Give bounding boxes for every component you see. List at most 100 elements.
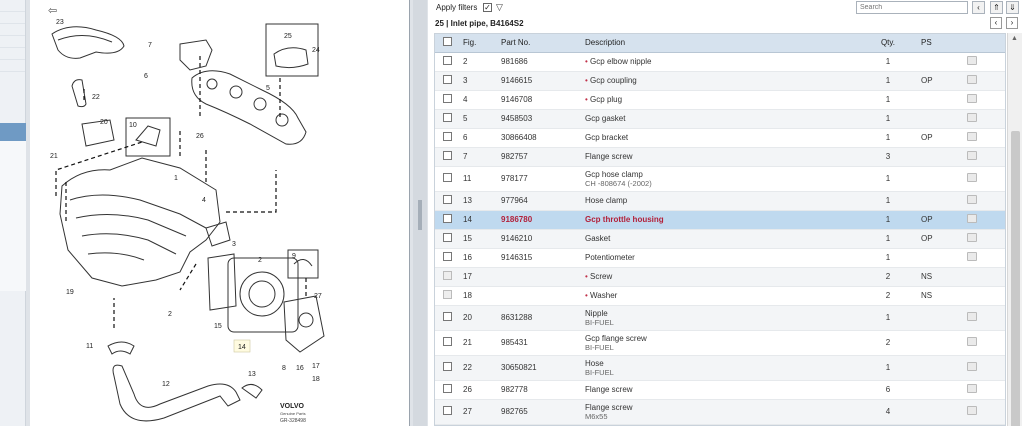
table-row[interactable]: 13 977964 Hose clamp 1 [435, 191, 1005, 211]
sidebar-row[interactable] [0, 0, 25, 12]
chevron-left-icon[interactable]: ‹ [990, 17, 1002, 29]
row-checkbox[interactable] [443, 271, 452, 280]
add-to-cart-icon[interactable] [967, 195, 977, 204]
add-to-cart-icon[interactable] [967, 56, 977, 65]
table-row[interactable]: 5 9458503 Gcp gasket 1 [435, 109, 1005, 129]
row-checkbox[interactable] [443, 337, 452, 346]
add-to-cart-icon[interactable] [967, 384, 977, 393]
row-part-number[interactable]: 9146708 [501, 90, 585, 110]
add-to-cart-icon[interactable] [967, 75, 977, 84]
row-checkbox[interactable] [443, 214, 452, 223]
row-checkbox[interactable] [443, 132, 452, 141]
row-part-number[interactable]: 9146210 [501, 229, 585, 249]
select-all-checkbox[interactable] [443, 37, 452, 47]
apply-filters-checkbox[interactable]: ✓ [483, 3, 492, 12]
row-checkbox[interactable] [443, 173, 452, 182]
row-checkbox[interactable] [443, 384, 452, 393]
row-part-number[interactable]: 981686 [501, 52, 585, 72]
table-row[interactable]: 7 982757 Flange screw 3 [435, 147, 1005, 167]
add-to-cart-icon[interactable] [967, 113, 977, 122]
table-row[interactable]: 18 • Washer 2 NS [435, 286, 1005, 306]
row-part-number[interactable] [501, 267, 585, 287]
table-row[interactable]: 27 982765 Flange screw M6x55 4 [435, 399, 1005, 425]
sidebar-row[interactable] [0, 36, 25, 48]
row-part-number[interactable]: 8631288 [501, 305, 585, 331]
panel-splitter[interactable] [413, 0, 427, 426]
add-to-cart-icon[interactable] [967, 151, 977, 160]
row-part-number[interactable]: 982757 [501, 147, 585, 167]
row-part-number[interactable]: 30866408 [501, 128, 585, 148]
add-to-cart-icon[interactable] [967, 337, 977, 346]
row-checkbox[interactable] [443, 233, 452, 242]
row-part-number[interactable]: 9146315 [501, 248, 585, 268]
add-to-cart-icon[interactable] [967, 94, 977, 103]
row-part-number[interactable]: 982778 [501, 380, 585, 400]
column-header-ps[interactable]: PS [921, 34, 967, 53]
scroll-top-icon[interactable]: ⇑ [990, 1, 1003, 14]
table-row[interactable]: 11 978177 Gcp hose clamp CH -808674 (-2002… [435, 166, 1005, 192]
add-to-cart-icon[interactable] [967, 252, 977, 261]
sidebar-row[interactable] [0, 60, 25, 72]
column-header-qty[interactable]: Qty. [855, 34, 921, 53]
row-checkbox[interactable] [443, 113, 452, 122]
arrow-left-icon[interactable]: ⇦ [48, 4, 62, 17]
exploded-diagram[interactable]: 7 6 5 25 24 23 22 20 21 10 26 4 1 2 3 9 … [30, 0, 410, 426]
add-to-cart-icon[interactable] [967, 173, 977, 182]
sidebar-row[interactable] [0, 48, 25, 60]
row-checkbox[interactable] [443, 56, 452, 65]
column-header-part[interactable]: Part No. [501, 34, 585, 53]
sidebar-row[interactable] [0, 12, 25, 24]
row-checkbox[interactable] [443, 151, 452, 160]
table-row[interactable]: 14 9186780 Gcp throttle housing 1 OP [435, 210, 1005, 230]
row-part-number[interactable]: 978177 [501, 166, 585, 192]
scroll-bottom-icon[interactable]: ⇓ [1006, 1, 1019, 14]
row-part-number[interactable]: 9458503 [501, 109, 585, 129]
add-to-cart-icon[interactable] [967, 132, 977, 141]
row-part-number[interactable]: 985431 [501, 330, 585, 356]
row-part-number[interactable]: 9186780 [501, 210, 585, 230]
sidebar-row[interactable] [0, 24, 25, 36]
table-row[interactable]: 4 9146708 • Gcp plug 1 [435, 90, 1005, 110]
table-row[interactable]: 16 9146315 Potentiometer 1 [435, 248, 1005, 268]
table-row[interactable]: 20 8631288 Nipple BI-FUEL 1 [435, 305, 1005, 331]
sidebar-item-active[interactable] [0, 123, 26, 141]
add-to-cart-icon[interactable] [967, 362, 977, 371]
row-fig: 27 [457, 399, 501, 425]
funnel-icon[interactable]: ▽ [496, 2, 503, 13]
scroll-up-icon[interactable]: ▲ [1011, 35, 1018, 42]
scrollbar-thumb[interactable] [1011, 131, 1020, 426]
search-input[interactable] [856, 1, 968, 14]
add-to-cart-icon[interactable] [967, 233, 977, 242]
callout-label: 25 [284, 33, 292, 40]
table-row[interactable]: 3 9146615 • Gcp coupling 1 OP [435, 71, 1005, 91]
row-checkbox[interactable] [443, 290, 452, 299]
table-row[interactable]: 2 981686 • Gcp elbow nipple 1 [435, 52, 1005, 72]
row-part-number[interactable]: 977964 [501, 191, 585, 211]
table-row[interactable]: 21 985431 Gcp flange screw BI-FUEL 2 [435, 330, 1005, 356]
table-row[interactable]: 15 9146210 Gasket 1 OP [435, 229, 1005, 249]
row-part-number[interactable]: 30650821 [501, 355, 585, 381]
row-checkbox[interactable] [443, 94, 452, 103]
row-part-number[interactable]: 9146615 [501, 71, 585, 91]
table-row[interactable]: 22 30650821 Hose BI-FUEL 1 [435, 355, 1005, 381]
column-header-fig[interactable]: Fig. [457, 34, 501, 53]
column-header-description[interactable]: Description [585, 34, 855, 53]
table-scrollbar[interactable]: ▲ [1007, 33, 1022, 426]
add-to-cart-icon[interactable] [967, 312, 977, 321]
row-checkbox[interactable] [443, 406, 452, 415]
row-part-number[interactable] [501, 286, 585, 306]
row-part-number[interactable]: 982765 [501, 399, 585, 425]
chevron-left-icon[interactable]: ‹ [972, 1, 985, 14]
row-checkbox[interactable] [443, 75, 452, 84]
row-checkbox[interactable] [443, 362, 452, 371]
row-checkbox[interactable] [443, 195, 452, 204]
splitter-grip-icon[interactable] [418, 200, 422, 230]
row-checkbox[interactable] [443, 312, 452, 321]
table-row[interactable]: 17 • Screw 2 NS [435, 267, 1005, 287]
add-to-cart-icon[interactable] [967, 406, 977, 415]
table-row[interactable]: 6 30866408 Gcp bracket 1 OP [435, 128, 1005, 148]
table-row[interactable]: 26 982778 Flange screw 6 [435, 380, 1005, 400]
row-checkbox[interactable] [443, 252, 452, 261]
chevron-right-icon[interactable]: › [1006, 17, 1018, 29]
add-to-cart-icon[interactable] [967, 214, 977, 223]
